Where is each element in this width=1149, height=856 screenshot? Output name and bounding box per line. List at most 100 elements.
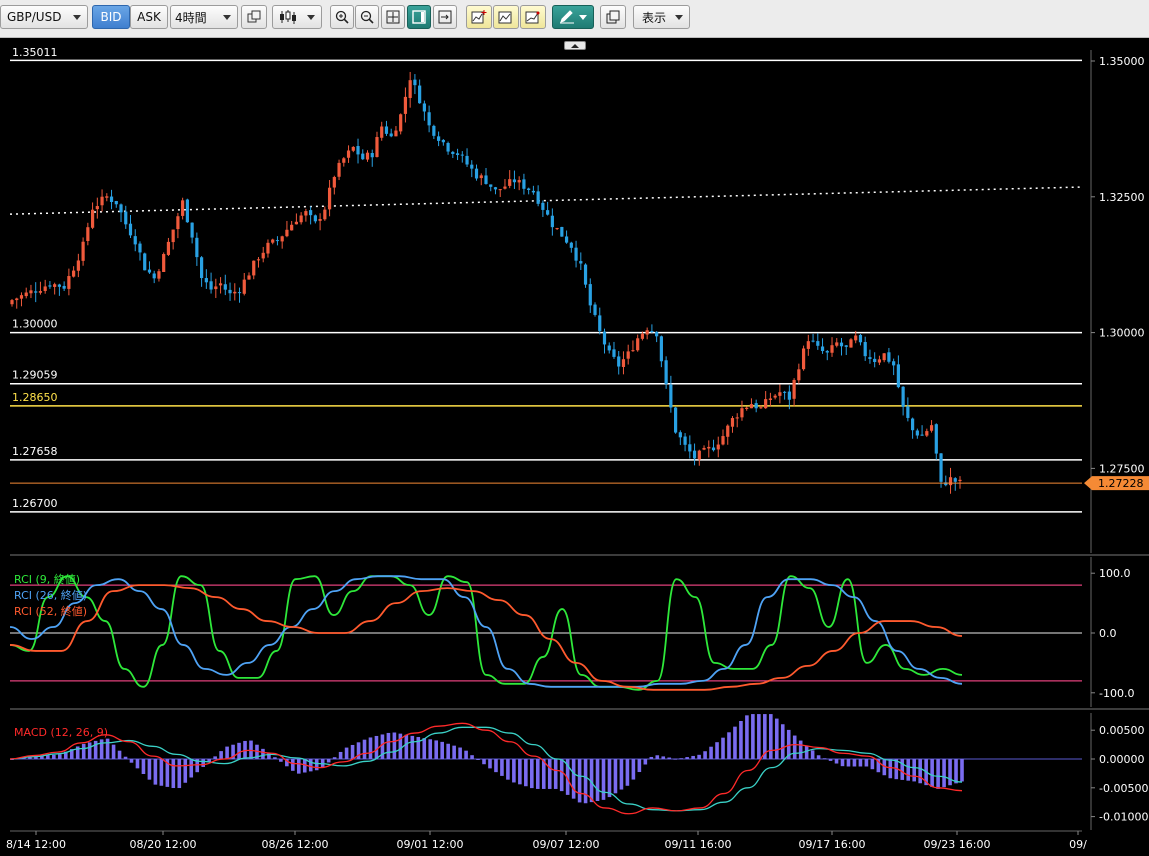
horizontal-line-label: 1.30000 (12, 318, 58, 331)
candle-body (934, 424, 938, 454)
copy-button[interactable] (241, 5, 267, 29)
histogram-bar (619, 759, 624, 790)
draw-tool-select[interactable] (552, 5, 594, 29)
candle-body (517, 180, 521, 183)
histogram-bar (141, 759, 146, 775)
histogram-bar (954, 759, 958, 784)
indicator-button[interactable] (493, 5, 519, 29)
candle-body (29, 290, 33, 294)
rci-tick-label: -100.0 (1099, 687, 1134, 700)
candle-body (863, 342, 867, 357)
candle-body (247, 275, 251, 280)
fit-button[interactable] (381, 5, 405, 29)
timeframe-select[interactable]: 4時間 (170, 5, 238, 29)
candle-body (356, 146, 360, 155)
chart-type-select[interactable] (272, 5, 322, 29)
time-tick-label: 08/20 12:00 (130, 838, 197, 851)
candle-body (735, 417, 739, 419)
histogram-bar (488, 759, 492, 769)
candle-body (759, 407, 763, 409)
zoom-in-button[interactable] (330, 5, 354, 29)
candle-body (602, 331, 607, 345)
histogram-bar (422, 738, 427, 759)
timeframe-label: 4時間 (175, 10, 207, 25)
candle-body (598, 315, 602, 332)
symbol-select[interactable]: GBP/USD (0, 5, 88, 29)
histogram-bar (177, 759, 182, 789)
histogram-bar (500, 759, 504, 776)
time-tick-label: 8/14 12:00 (6, 838, 66, 851)
time-tick-label: 09/17 16:00 (799, 838, 866, 851)
candle-body (564, 236, 569, 243)
candle-body (801, 348, 806, 370)
candle-body (631, 350, 635, 352)
candle-body (427, 112, 431, 126)
candle-body (346, 150, 351, 158)
histogram-bar (703, 751, 707, 759)
candle-body (280, 236, 284, 242)
candle-body (327, 187, 332, 210)
ask-button[interactable]: ASK (130, 5, 168, 29)
candle-body (858, 334, 863, 343)
histogram-bar (774, 718, 779, 759)
candle-body (531, 190, 535, 193)
candle-body (868, 357, 872, 359)
rci-tick-label: 100.0 (1099, 567, 1131, 580)
candle-body (560, 226, 564, 237)
candle-body (588, 284, 592, 306)
candle-body (299, 215, 303, 223)
zoom-out-button[interactable] (355, 5, 379, 29)
histogram-bar (452, 745, 456, 759)
candle-body (256, 259, 261, 261)
candle-body (446, 143, 450, 152)
candle-body (640, 333, 645, 339)
candle-body (830, 345, 834, 353)
candle-body (721, 436, 725, 445)
histogram-bar (745, 715, 749, 759)
histogram-bar (685, 757, 689, 759)
time-tick-label: 09/23 16:00 (924, 838, 991, 851)
chart-area[interactable]: 1.30000 1.29059 1.28650 1.27658 1.26700 1.350… (0, 38, 1149, 856)
candle-body (422, 103, 426, 112)
current-price-label: 1.27228 (1098, 477, 1144, 490)
histogram-bar (362, 739, 367, 759)
macd-tick-label: -0.00500 (1099, 782, 1148, 795)
histogram-bar (428, 739, 433, 759)
candle-body (621, 359, 626, 367)
candle-body (285, 229, 289, 237)
candle-body (873, 358, 877, 363)
panel-toggle-button[interactable] (433, 5, 457, 29)
histogram-bar (798, 740, 803, 759)
panel-button[interactable] (407, 5, 431, 29)
time-tick-label: 09/07 12:00 (533, 838, 600, 851)
candle-body (24, 292, 28, 297)
candle-body (854, 335, 858, 341)
candle-body (124, 211, 128, 225)
candle-body (290, 224, 294, 231)
histogram-bar (816, 755, 821, 759)
histogram-bar (171, 759, 176, 789)
candle-body (669, 384, 673, 408)
new-window-button[interactable] (600, 5, 626, 29)
histogram-bar (183, 759, 188, 783)
trend-button[interactable] (520, 5, 546, 29)
candle-body (176, 216, 180, 230)
candle-body (546, 210, 550, 215)
histogram-bar (440, 741, 444, 759)
price-tick-label: 1.27500 (1099, 462, 1145, 475)
candle-body (57, 284, 61, 287)
candle-body (764, 399, 768, 409)
candle-body (503, 186, 507, 189)
display-menu-button[interactable]: 表示 (633, 5, 690, 29)
zoom-in-icon (335, 10, 349, 24)
candle-body (911, 418, 915, 431)
candle-body (10, 300, 14, 305)
candle-body (451, 151, 455, 154)
candle-body (659, 336, 663, 362)
histogram-bar (57, 754, 62, 759)
bid-button[interactable]: BID (92, 5, 130, 29)
histogram-bar (780, 724, 785, 759)
histogram-bar (942, 759, 946, 788)
add-indicator-button[interactable] (466, 5, 492, 29)
macd-tick-label: 0.00000 (1099, 753, 1145, 766)
